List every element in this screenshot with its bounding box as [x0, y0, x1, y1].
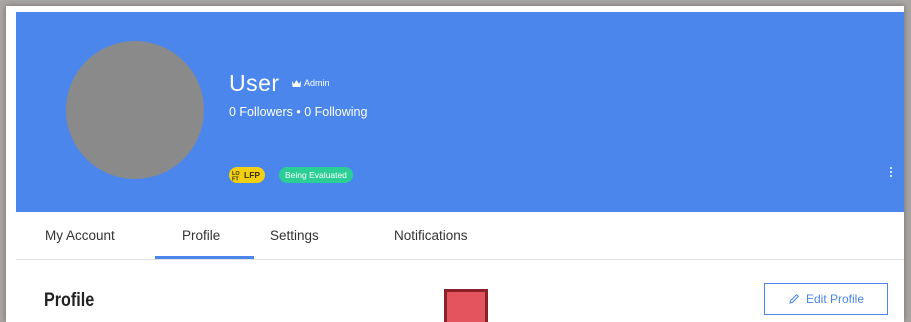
- active-tab-indicator: [155, 256, 254, 259]
- crown-icon: [292, 79, 301, 87]
- avatar[interactable]: [66, 41, 204, 179]
- tab-settings[interactable]: Settings: [270, 228, 319, 243]
- app-window: User Admin 0 Followers • 0 Following LO …: [6, 6, 904, 322]
- follow-stats[interactable]: 0 Followers • 0 Following: [229, 105, 367, 119]
- admin-label: Admin: [304, 78, 330, 88]
- edit-profile-label: Edit Profile: [805, 292, 865, 306]
- profile-header: User Admin 0 Followers • 0 Following LO …: [16, 12, 904, 212]
- section-title: Profile: [44, 290, 95, 311]
- tab-notifications[interactable]: Notifications: [394, 228, 468, 243]
- tab-bar: My Account Profile Settings Notification…: [16, 212, 904, 260]
- lfp-label: LFP: [244, 170, 261, 180]
- pencil-icon: [789, 293, 800, 304]
- tab-my-account[interactable]: My Account: [45, 228, 115, 243]
- username: User: [229, 70, 280, 96]
- lfp-icon: LO FT: [232, 171, 240, 181]
- admin-badge: Admin: [292, 78, 330, 88]
- lfp-badge: LO FT LFP: [229, 167, 266, 183]
- edit-profile-button[interactable]: Edit Profile: [764, 283, 888, 315]
- highlight-marker: [444, 289, 488, 322]
- more-options-icon[interactable]: [890, 167, 894, 177]
- status-badge: Being Evaluated: [279, 167, 353, 183]
- tab-profile[interactable]: Profile: [182, 228, 220, 243]
- svg-text:FT: FT: [232, 176, 239, 181]
